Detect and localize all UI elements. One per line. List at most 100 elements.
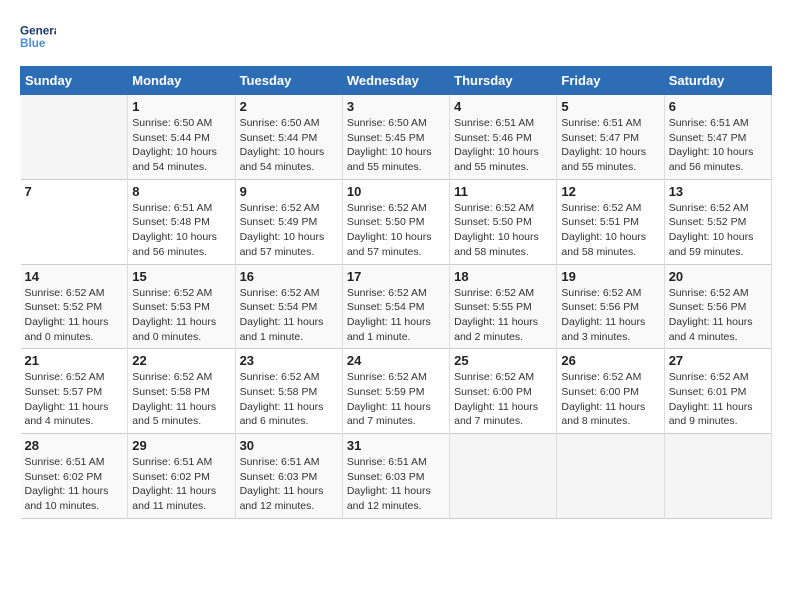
day-info: Sunrise: 6:52 AM Sunset: 6:01 PM Dayligh… [669, 370, 767, 429]
calendar-cell: 27 Sunrise: 6:52 AM Sunset: 6:01 PM Dayli… [664, 349, 771, 434]
day-info: Sunrise: 6:52 AM Sunset: 5:52 PM Dayligh… [25, 286, 124, 345]
day-info: Sunrise: 6:52 AM Sunset: 5:58 PM Dayligh… [132, 370, 230, 429]
calendar-cell: 8 Sunrise: 6:51 AM Sunset: 5:48 PM Daylig… [128, 179, 235, 264]
calendar-cell: 30 Sunrise: 6:51 AM Sunset: 6:03 PM Dayli… [235, 434, 342, 519]
day-number: 30 [240, 438, 338, 453]
day-number: 19 [561, 269, 659, 284]
calendar-cell: 9 Sunrise: 6:52 AM Sunset: 5:49 PM Daylig… [235, 179, 342, 264]
calendar-cell: 15 Sunrise: 6:52 AM Sunset: 5:53 PM Dayli… [128, 264, 235, 349]
calendar-cell [664, 434, 771, 519]
calendar-week-row: 21 Sunrise: 6:52 AM Sunset: 5:57 PM Dayli… [21, 349, 772, 434]
calendar-cell: 26 Sunrise: 6:52 AM Sunset: 6:00 PM Dayli… [557, 349, 664, 434]
day-info: Sunrise: 6:51 AM Sunset: 6:03 PM Dayligh… [347, 455, 445, 514]
day-info: Sunrise: 6:52 AM Sunset: 5:50 PM Dayligh… [347, 201, 445, 260]
calendar-cell: 7 [21, 179, 128, 264]
weekday-header-row: SundayMondayTuesdayWednesdayThursdayFrid… [21, 67, 772, 95]
day-number: 15 [132, 269, 230, 284]
day-number: 22 [132, 353, 230, 368]
day-number: 31 [347, 438, 445, 453]
day-info: Sunrise: 6:52 AM Sunset: 6:00 PM Dayligh… [454, 370, 552, 429]
logo: General Blue [20, 20, 56, 56]
day-number: 21 [25, 353, 124, 368]
calendar-cell: 4 Sunrise: 6:51 AM Sunset: 5:46 PM Daylig… [450, 95, 557, 180]
calendar-cell: 12 Sunrise: 6:52 AM Sunset: 5:51 PM Dayli… [557, 179, 664, 264]
day-number: 23 [240, 353, 338, 368]
day-number: 6 [669, 99, 767, 114]
calendar-cell: 22 Sunrise: 6:52 AM Sunset: 5:58 PM Dayli… [128, 349, 235, 434]
weekday-header-sunday: Sunday [21, 67, 128, 95]
calendar-cell: 18Sunrise: 6:52 AM Sunset: 5:55 PM Dayli… [450, 264, 557, 349]
calendar-cell: 5 Sunrise: 6:51 AM Sunset: 5:47 PM Daylig… [557, 95, 664, 180]
weekday-header-friday: Friday [557, 67, 664, 95]
calendar-cell: 17 Sunrise: 6:52 AM Sunset: 5:54 PM Dayli… [342, 264, 449, 349]
calendar-cell: 25 Sunrise: 6:52 AM Sunset: 6:00 PM Dayli… [450, 349, 557, 434]
calendar-table: SundayMondayTuesdayWednesdayThursdayFrid… [20, 66, 772, 519]
calendar-cell: 14Sunrise: 6:52 AM Sunset: 5:52 PM Dayli… [21, 264, 128, 349]
day-number: 5 [561, 99, 659, 114]
calendar-week-row: 78 Sunrise: 6:51 AM Sunset: 5:48 PM Dayli… [21, 179, 772, 264]
day-number: 11 [454, 184, 552, 199]
day-info: Sunrise: 6:51 AM Sunset: 5:47 PM Dayligh… [561, 116, 659, 175]
day-info: Sunrise: 6:51 AM Sunset: 6:02 PM Dayligh… [25, 455, 124, 514]
day-info: Sunrise: 6:51 AM Sunset: 5:46 PM Dayligh… [454, 116, 552, 175]
day-info: Sunrise: 6:52 AM Sunset: 5:49 PM Dayligh… [240, 201, 338, 260]
day-number: 26 [561, 353, 659, 368]
svg-text:Blue: Blue [20, 37, 46, 50]
day-number: 28 [25, 438, 124, 453]
day-number: 13 [669, 184, 767, 199]
calendar-cell: 20 Sunrise: 6:52 AM Sunset: 5:56 PM Dayli… [664, 264, 771, 349]
svg-text:General: General [20, 24, 56, 37]
day-number: 1 [132, 99, 230, 114]
day-number: 4 [454, 99, 552, 114]
day-number: 8 [132, 184, 230, 199]
day-info: Sunrise: 6:52 AM Sunset: 6:00 PM Dayligh… [561, 370, 659, 429]
day-info: Sunrise: 6:51 AM Sunset: 6:03 PM Dayligh… [240, 455, 338, 514]
calendar-cell: 3 Sunrise: 6:50 AM Sunset: 5:45 PM Daylig… [342, 95, 449, 180]
day-number: 18 [454, 269, 552, 284]
day-number: 25 [454, 353, 552, 368]
day-info: Sunrise: 6:50 AM Sunset: 5:45 PM Dayligh… [347, 116, 445, 175]
day-info: Sunrise: 6:52 AM Sunset: 5:59 PM Dayligh… [347, 370, 445, 429]
calendar-cell: 11Sunrise: 6:52 AM Sunset: 5:50 PM Dayli… [450, 179, 557, 264]
day-info: Sunrise: 6:51 AM Sunset: 5:48 PM Dayligh… [132, 201, 230, 260]
day-info: Sunrise: 6:51 AM Sunset: 6:02 PM Dayligh… [132, 455, 230, 514]
day-info: Sunrise: 6:52 AM Sunset: 5:54 PM Dayligh… [347, 286, 445, 345]
day-number: 17 [347, 269, 445, 284]
weekday-header-thursday: Thursday [450, 67, 557, 95]
calendar-cell: 10 Sunrise: 6:52 AM Sunset: 5:50 PM Dayli… [342, 179, 449, 264]
day-info: Sunrise: 6:52 AM Sunset: 5:56 PM Dayligh… [669, 286, 767, 345]
calendar-cell [21, 95, 128, 180]
weekday-header-monday: Monday [128, 67, 235, 95]
day-info: Sunrise: 6:50 AM Sunset: 5:44 PM Dayligh… [132, 116, 230, 175]
day-info: Sunrise: 6:52 AM Sunset: 5:51 PM Dayligh… [561, 201, 659, 260]
calendar-cell: 23 Sunrise: 6:52 AM Sunset: 5:58 PM Dayli… [235, 349, 342, 434]
calendar-cell [450, 434, 557, 519]
day-number: 27 [669, 353, 767, 368]
day-info: Sunrise: 6:52 AM Sunset: 5:52 PM Dayligh… [669, 201, 767, 260]
day-number: 9 [240, 184, 338, 199]
weekday-header-wednesday: Wednesday [342, 67, 449, 95]
day-number: 29 [132, 438, 230, 453]
calendar-cell: 6Sunrise: 6:51 AM Sunset: 5:47 PM Daylig… [664, 95, 771, 180]
day-info: Sunrise: 6:52 AM Sunset: 5:58 PM Dayligh… [240, 370, 338, 429]
day-info: Sunrise: 6:50 AM Sunset: 5:44 PM Dayligh… [240, 116, 338, 175]
day-info: Sunrise: 6:52 AM Sunset: 5:57 PM Dayligh… [25, 370, 124, 429]
day-number: 16 [240, 269, 338, 284]
day-number: 24 [347, 353, 445, 368]
day-number: 10 [347, 184, 445, 199]
calendar-cell: 2 Sunrise: 6:50 AM Sunset: 5:44 PM Daylig… [235, 95, 342, 180]
calendar-cell: 1 Sunrise: 6:50 AM Sunset: 5:44 PM Daylig… [128, 95, 235, 180]
calendar-cell: 31 Sunrise: 6:51 AM Sunset: 6:03 PM Dayli… [342, 434, 449, 519]
day-number: 20 [669, 269, 767, 284]
calendar-week-row: 14Sunrise: 6:52 AM Sunset: 5:52 PM Dayli… [21, 264, 772, 349]
calendar-cell: 19Sunrise: 6:52 AM Sunset: 5:56 PM Dayli… [557, 264, 664, 349]
day-info: Sunrise: 6:52 AM Sunset: 5:54 PM Dayligh… [240, 286, 338, 345]
calendar-cell: 13 Sunrise: 6:52 AM Sunset: 5:52 PM Dayli… [664, 179, 771, 264]
calendar-cell: 21 Sunrise: 6:52 AM Sunset: 5:57 PM Dayli… [21, 349, 128, 434]
calendar-cell: 16 Sunrise: 6:52 AM Sunset: 5:54 PM Dayli… [235, 264, 342, 349]
day-number: 3 [347, 99, 445, 114]
page-header: General Blue [20, 20, 772, 56]
day-number: 2 [240, 99, 338, 114]
day-number: 12 [561, 184, 659, 199]
day-info: Sunrise: 6:52 AM Sunset: 5:53 PM Dayligh… [132, 286, 230, 345]
